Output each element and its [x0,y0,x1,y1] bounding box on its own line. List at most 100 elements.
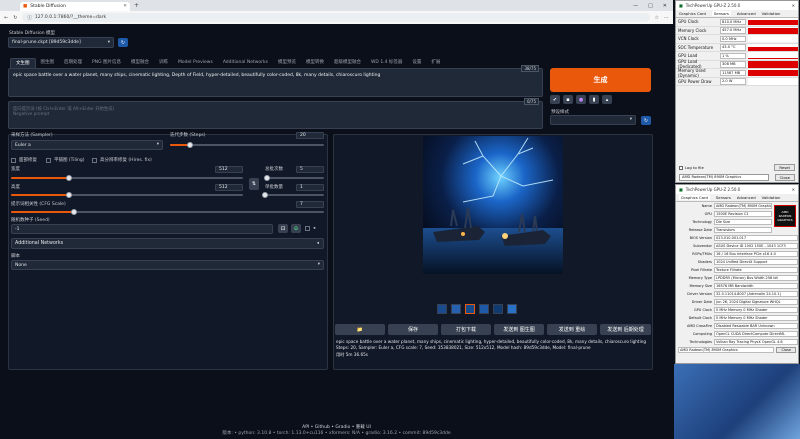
steps-slider[interactable] [170,142,324,148]
menu-advanced[interactable]: Advanced [737,11,756,16]
cfg-slider[interactable] [11,209,324,215]
tab-train[interactable]: 训练 [154,58,173,68]
maximize-button[interactable]: □ [648,3,653,9]
close-icon[interactable]: ✕ [792,187,795,192]
height-input[interactable]: 512 [215,184,243,191]
minimize-button[interactable]: — [633,3,638,9]
tab-extensions[interactable]: 扩展 [426,58,445,68]
info-icon: ⓘ [27,15,32,21]
random-seed-icon[interactable]: ⚀ [278,224,288,233]
tab-wd-tagger[interactable]: WD 1.4 标签器 [366,58,407,68]
new-tab-icon[interactable]: + [134,2,139,9]
close-window-button[interactable]: ✕ [663,3,667,9]
thumbnail[interactable] [437,304,447,314]
menu-advanced[interactable]: Advanced [737,195,756,200]
menu-graphics-card[interactable]: Graphics Card [679,11,706,16]
prompt-input[interactable]: epic space battle over a water planet, m… [8,65,543,97]
tab-settings[interactable]: 设置 [407,58,426,68]
tab-png-info[interactable]: PNG 图片信息 [87,58,126,68]
restore-faces-checkbox[interactable]: 面部修复 [11,157,37,163]
style-icon[interactable]: ● [576,95,586,104]
batch-count-label: 总批次数 [265,167,283,172]
sampler-select[interactable]: Euler a ▾ [11,140,163,150]
favorite-icon[interactable]: ☆ [655,15,659,21]
refresh-model-button[interactable]: ↻ [118,38,128,47]
tab-extras[interactable]: 后期处理 [59,58,87,68]
thumbnail[interactable] [493,304,503,314]
tab-img2img[interactable]: 图生图 [36,58,60,68]
trash-icon[interactable]: ▪ [563,95,573,104]
tab-model-preview-cn[interactable]: 模型预览 [273,58,301,68]
send-to-extras-button[interactable]: 发送到 后期处理 [600,324,651,335]
send-to-img2img-button[interactable]: 发送到 图生图 [494,324,544,335]
menu-sensors[interactable]: Sensors [716,195,731,200]
spec-value: 023.010.001.017 [714,235,798,241]
menu-icon[interactable]: ⋯ [664,15,669,21]
recycle-seed-icon[interactable]: ♻ [291,224,301,233]
spec-key: GPU Clock [693,308,712,312]
steps-input[interactable]: 20 [296,132,324,139]
tab-additional-networks[interactable]: Additional Networks [218,58,273,68]
batch-count-input[interactable]: 5 [296,166,324,173]
sensor-name: Memory Clock [678,27,707,33]
refresh-icon[interactable]: ↻ [13,15,17,21]
negative-prompt-input[interactable]: 反向提示词 (按 Ctrl+Enter 或 Alt+Enter 开始生成) Ne… [8,98,543,129]
menu-validation[interactable]: Validation [762,195,781,200]
tab-model-convert[interactable]: 模型转换 [301,58,329,68]
apply-style-icon[interactable]: ▴ [602,95,612,104]
gpuz-main-window: ■ TechPowerUp GPU-Z 2.50.0 ✕ Graphics Ca… [675,184,799,364]
save-style-icon[interactable]: ▮ [589,95,599,104]
send-to-inpaint-button[interactable]: 发送到 重绘 [547,324,597,335]
close-button[interactable]: Close [776,347,796,353]
close-icon[interactable]: ✕ [792,3,795,8]
hires-fix-checkbox[interactable]: 高分辨率修复 (Hires. fix) [92,157,152,163]
thumbnail[interactable] [451,304,461,314]
sensor-value: 457.0 MHz [720,27,746,34]
height-slider[interactable] [11,192,243,198]
url-input[interactable]: ⓘ 127.0.0.1:7860/?__theme=dark [22,13,650,22]
script-select[interactable]: None ▾ [11,260,324,270]
checkmark-icon[interactable]: ✔ [550,95,560,104]
open-folder-button[interactable]: 📁 [335,324,385,335]
tab-close-icon[interactable]: ✕ [123,4,127,9]
menu-graphics-card[interactable]: Graphics Card [679,195,710,200]
thumbnail[interactable] [507,304,517,314]
thumbnail[interactable] [479,304,489,314]
back-icon[interactable]: ← [4,15,8,21]
reset-button[interactable]: Reset [774,164,795,171]
tab-merge[interactable]: 模型融合 [126,58,154,68]
additional-networks-accordion[interactable]: Additional Networks ◂ [11,238,324,249]
tab-model-previews[interactable]: Model Previews [173,58,218,68]
zip-download-button[interactable]: 打包下载 [441,324,491,335]
swap-dimensions-icon[interactable]: ⇅ [249,178,259,190]
batch-size-slider[interactable] [262,192,324,198]
save-button[interactable]: 保存 [388,324,438,335]
width-input[interactable]: 512 [215,166,243,173]
menu-sensors[interactable]: Sensors [711,11,731,16]
card-select[interactable]: AMD Radeon(TM) 890M Graphics [678,347,775,353]
width-slider[interactable] [11,175,243,181]
generate-button[interactable]: 生成 [550,68,651,92]
generated-image[interactable] [423,136,563,274]
extra-seed-checkbox[interactable]: ◂ [305,226,315,231]
close-button[interactable]: Close [774,174,795,181]
card-select[interactable]: AMD Radeon(TM) 890M Graphics [679,174,769,181]
sensor-graph [748,77,798,85]
batch-size-input[interactable]: 1 [296,184,324,191]
menu-validation[interactable]: Validation [762,11,781,16]
log-to-file-checkbox[interactable]: Log to file [679,165,704,170]
thumbnail-selected[interactable] [465,304,475,314]
batch-count-slider[interactable] [264,175,324,181]
tiling-checkbox[interactable]: 平铺图 (Tiling) [46,157,85,163]
tab-super-merge[interactable]: 超级模型融合 [329,58,366,68]
model-select[interactable]: final-prune.ckpt [89d59c3dde] ▾ [8,37,114,48]
style-select[interactable]: ▾ [550,115,636,125]
cfg-input[interactable]: 7 [296,201,324,208]
refresh-styles-button[interactable]: ↻ [641,116,651,125]
browser-tab[interactable]: ■ Stable Diffusion ✕ [20,2,130,11]
spec-row: GPU 1500E Revision C1 [676,210,772,218]
tab-txt2img[interactable]: 文生图 [10,58,36,68]
spec-value: Texture Fillrate [714,267,798,273]
sensor-row: SOC Temperature 43.0 °C [676,43,798,52]
seed-input[interactable]: -1 [11,224,273,234]
